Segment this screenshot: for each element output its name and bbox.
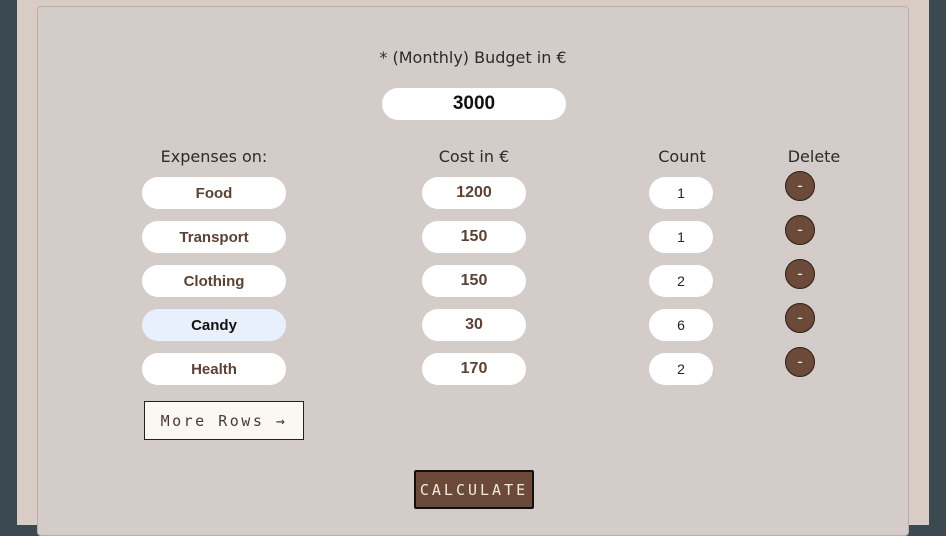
delete-row-button[interactable]: - (785, 259, 815, 289)
expense-name-input[interactable]: Food (142, 177, 286, 209)
budget-input[interactable]: 3000 (382, 88, 566, 120)
expense-count-input[interactable]: 1 (649, 221, 713, 253)
delete-row-button[interactable]: - (785, 347, 815, 377)
more-rows-button[interactable]: More Rows → (144, 401, 304, 440)
expense-count-input[interactable]: 2 (649, 265, 713, 297)
budget-label: * (Monthly) Budget in € (379, 48, 567, 67)
expense-cost-input[interactable]: 150 (422, 265, 526, 297)
expense-name-input[interactable]: Health (142, 353, 286, 385)
delete-row-button[interactable]: - (785, 303, 815, 333)
expense-count-input[interactable]: 1 (649, 177, 713, 209)
expense-cost-input[interactable]: 1200 (422, 177, 526, 209)
calculate-button[interactable]: CALCULATE (414, 470, 534, 509)
expense-cost-input[interactable]: 150 (422, 221, 526, 253)
expenses-column-header: Expenses on: (160, 147, 268, 166)
delete-column-header: Delete (787, 147, 841, 166)
expense-cost-input[interactable]: 170 (422, 353, 526, 385)
expense-count-input[interactable]: 6 (649, 309, 713, 341)
expense-cost-input[interactable]: 30 (422, 309, 526, 341)
expense-name-input[interactable]: Clothing (142, 265, 286, 297)
delete-row-button[interactable]: - (785, 215, 815, 245)
expense-count-input[interactable]: 2 (649, 353, 713, 385)
delete-row-button[interactable]: - (785, 171, 815, 201)
expense-name-input[interactable]: Transport (142, 221, 286, 253)
count-column-header: Count (658, 147, 706, 166)
expense-name-input[interactable]: Candy (142, 309, 286, 341)
cost-column-header: Cost in € (438, 147, 510, 166)
